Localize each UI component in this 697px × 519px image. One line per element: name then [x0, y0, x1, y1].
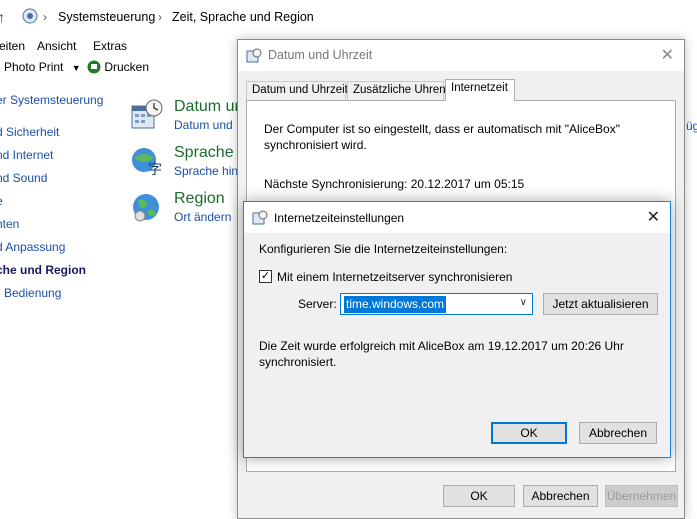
nav-link-sound[interactable]: nd Sound: [0, 171, 47, 185]
ok-button[interactable]: OK: [443, 485, 515, 507]
category-title-sprache[interactable]: Sprache: [174, 144, 234, 162]
internet-time-settings-dialog: Internetzeiteinstellungen ✕ Konfiguriere…: [243, 201, 671, 458]
nav-link-anpassung[interactable]: d Anpassung: [0, 240, 65, 254]
print-label: Drucken: [104, 60, 150, 74]
category-title-region[interactable]: Region: [174, 190, 225, 208]
category-link-datum[interactable]: Datum und: [174, 118, 233, 132]
apply-button[interactable]: Übernehmen: [605, 485, 678, 507]
breadcrumb-systemsteuerung[interactable]: Systemsteuerung: [58, 10, 155, 24]
nav-link-erleichterte-bedienung[interactable]: Bedienung: [4, 286, 61, 300]
close-icon[interactable]: ✕: [647, 207, 660, 227]
up-arrow-icon[interactable]: ↑: [0, 9, 5, 25]
internet-time-dialog-title: Internetzeiteinstellungen: [274, 211, 405, 225]
region-globe-icon: [133, 194, 159, 222]
print-icon: [87, 60, 101, 74]
ok-button[interactable]: OK: [491, 422, 567, 444]
server-label: Server:: [298, 297, 337, 311]
tab-internetzeit[interactable]: Internetzeit: [445, 79, 515, 101]
configure-heading: Konfigurieren Sie die Internetzeiteinste…: [259, 242, 508, 256]
language-icon: 字: [132, 148, 162, 178]
breadcrumb-zeit-sprache-region[interactable]: Zeit, Sprache und Region: [172, 10, 314, 24]
dropdown-arrow-icon: ▼: [71, 63, 81, 73]
server-value: time.windows.com: [344, 296, 447, 313]
menu-extras[interactable]: Extras: [93, 39, 127, 53]
cancel-button[interactable]: Abbrechen: [579, 422, 657, 444]
nav-link-zeit-sprache-region[interactable]: che und Region: [0, 263, 86, 277]
sync-info-text: Der Computer ist so eingestellt, dass er…: [264, 122, 620, 152]
tab-label: Datum und Uhrzeit: [252, 84, 348, 96]
menu-bearbeiten[interactable]: eiten: [0, 39, 25, 53]
tab-zusaetzliche-uhren[interactable]: Zusätzliche Uhren: [347, 81, 446, 100]
sync-checkbox-label[interactable]: Mit einem Internetzeitserver synchronisi…: [277, 270, 512, 284]
photo-print-label: Photo Print: [4, 60, 64, 74]
chevron-down-icon[interactable]: ∨: [520, 297, 527, 308]
internet-time-titlebar[interactable]: Internetzeiteinstellungen ✕: [244, 202, 670, 233]
datetime-calendar-icon: [131, 99, 163, 129]
nav-link-internet[interactable]: nd Internet: [0, 148, 53, 162]
nav-link-programme[interactable]: e: [0, 194, 3, 208]
tab-label: Internetzeit: [451, 82, 508, 94]
tab-label: Zusätzliche Uhren: [353, 84, 446, 96]
cancel-button[interactable]: Abbrechen: [523, 485, 598, 507]
server-combobox[interactable]: time.windows.com ∨: [340, 293, 533, 315]
breadcrumb-separator: ›: [158, 10, 162, 24]
control-panel-icon: [22, 8, 38, 24]
category-link-region[interactable]: Ort ändern: [174, 210, 231, 224]
sync-checkbox[interactable]: ✓: [259, 270, 272, 283]
close-icon[interactable]: ✕: [661, 45, 674, 65]
address-bar: ↑ › Systemsteuerung › Zeit, Sprache und …: [0, 0, 697, 34]
nav-link-startseite[interactable]: er Systemsteuerung: [0, 93, 103, 107]
menu-ansicht[interactable]: Ansicht: [37, 39, 76, 53]
nav-link-sicherheit[interactable]: d Sicherheit: [0, 125, 59, 139]
tab-datum-und-uhrzeit[interactable]: Datum und Uhrzeit: [246, 81, 348, 100]
truncated-link[interactable]: üg: [686, 119, 697, 133]
next-sync-text: Nächste Synchronisierung: 20.12.2017 um …: [264, 177, 525, 191]
datetime-dialog-title: Datum und Uhrzeit: [268, 48, 373, 62]
datetime-dialog-titlebar[interactable]: Datum und Uhrzeit ✕: [238, 40, 684, 71]
sync-status-text: Die Zeit wurde erfolgreich mit AliceBox …: [259, 339, 624, 369]
svg-text:字: 字: [148, 162, 162, 178]
photo-print-button[interactable]: Photo Print ▼: [4, 60, 81, 74]
internet-time-dialog-icon: [252, 210, 268, 225]
update-now-button[interactable]: Jetzt aktualisieren: [543, 293, 658, 315]
datetime-dialog-icon: [246, 48, 262, 63]
checkmark-icon: ✓: [260, 270, 271, 282]
category-link-sprache[interactable]: Sprache hinz: [174, 164, 244, 178]
print-button[interactable]: Drucken: [87, 60, 149, 74]
breadcrumb-separator: ›: [43, 10, 47, 24]
nav-link-benutzerkonten[interactable]: nten: [0, 217, 19, 231]
